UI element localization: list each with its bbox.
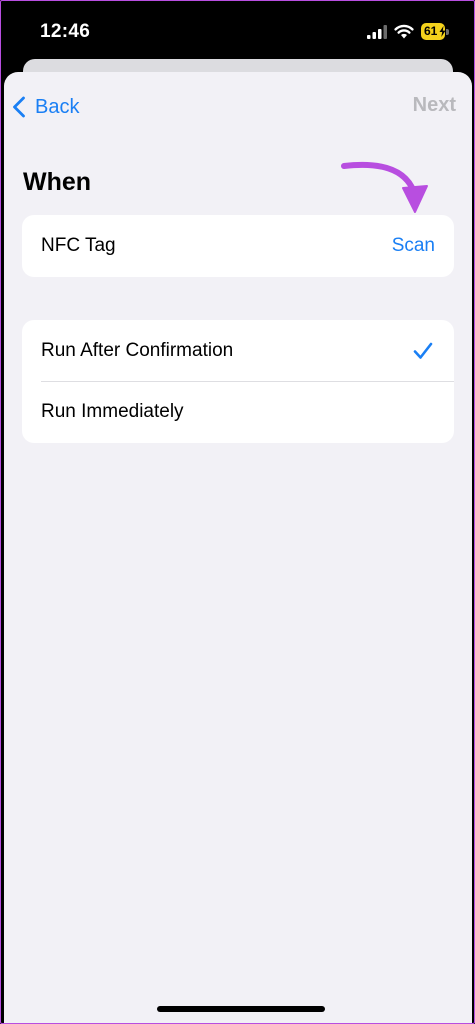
status-time: 12:46 (40, 21, 91, 42)
option-label: Run Immediately (41, 401, 184, 422)
run-options-card: Run After Confirmation Run Immediately (22, 320, 454, 443)
nfc-tag-row: NFC Tag Scan (22, 215, 454, 277)
wifi-icon (394, 24, 414, 39)
next-button[interactable]: Next (413, 94, 456, 117)
automation-sheet: Back Next When NFC Tag Scan Run After Co… (4, 72, 472, 1023)
charging-bolt-icon (439, 26, 446, 37)
signal-icon (367, 25, 387, 39)
battery-cap (446, 29, 449, 35)
checkmark-icon (413, 342, 433, 359)
chevron-left-icon (13, 96, 25, 118)
option-run-after-confirmation[interactable]: Run After Confirmation (22, 320, 454, 381)
back-button-label: Back (35, 95, 80, 118)
back-button[interactable]: Back (12, 92, 79, 122)
navigation-bar: Back Next (4, 72, 472, 140)
scan-button[interactable]: Scan (392, 235, 435, 257)
nfc-tag-label: NFC Tag (41, 235, 116, 256)
option-label: Run After Confirmation (41, 339, 234, 361)
phone-screen: 12:46 61 Back Next When NFC Tag Scan Run… (0, 0, 475, 1024)
nfc-tag-card: NFC Tag Scan (22, 215, 454, 277)
annotation-arrow-icon (341, 161, 428, 213)
battery-icon: 61 (421, 23, 451, 40)
section-title: When (23, 168, 92, 196)
status-bar: 12:46 61 (1, 1, 474, 61)
home-indicator[interactable] (157, 1006, 325, 1012)
option-run-immediately[interactable]: Run Immediately (22, 381, 454, 443)
